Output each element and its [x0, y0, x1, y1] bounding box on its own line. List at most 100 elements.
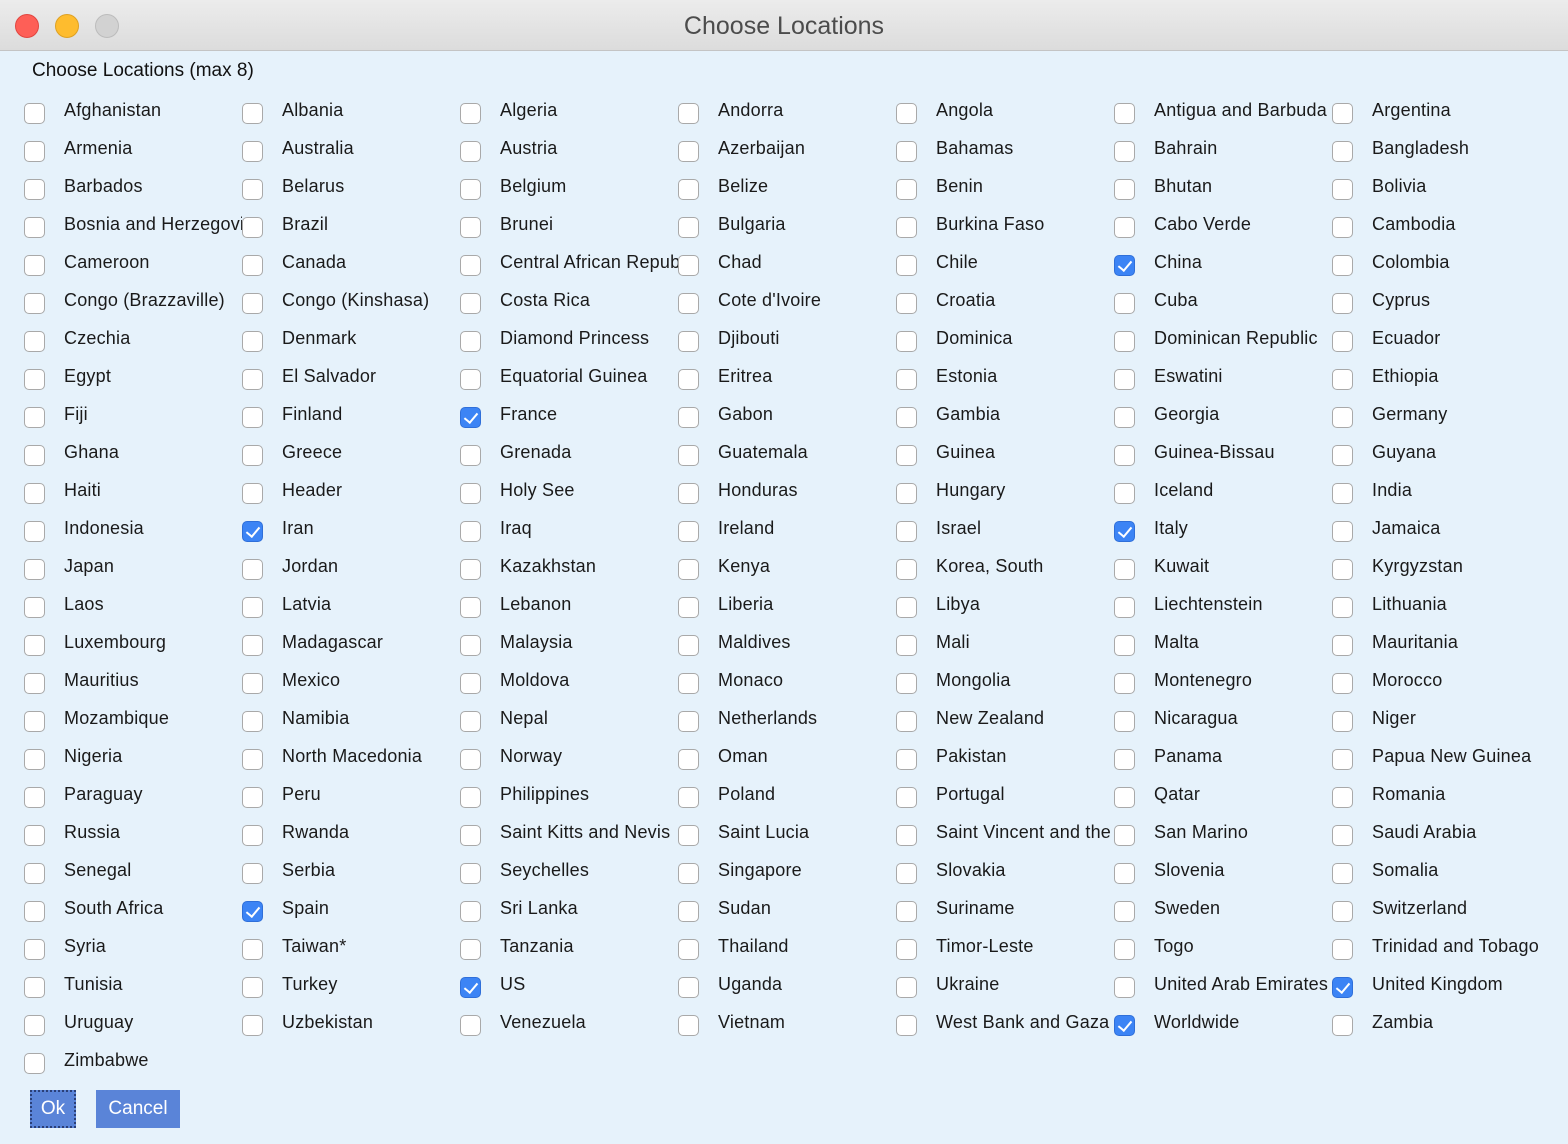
- checkbox-unchecked[interactable]: [1114, 749, 1135, 770]
- checkbox-unchecked[interactable]: [24, 521, 45, 542]
- checkbox-unchecked[interactable]: [896, 559, 917, 580]
- checkbox-unchecked[interactable]: [460, 179, 481, 200]
- location-option[interactable]: China: [1114, 243, 1332, 281]
- checkbox-unchecked[interactable]: [242, 863, 263, 884]
- checkbox-unchecked[interactable]: [24, 749, 45, 770]
- checkbox-unchecked[interactable]: [24, 559, 45, 580]
- checkbox-unchecked[interactable]: [678, 939, 699, 960]
- location-option[interactable]: Belgium: [460, 167, 678, 205]
- location-option[interactable]: Russia: [24, 813, 242, 851]
- location-option[interactable]: Serbia: [242, 851, 460, 889]
- checkbox-unchecked[interactable]: [896, 141, 917, 162]
- location-option[interactable]: Cyprus: [1332, 281, 1550, 319]
- location-option[interactable]: Germany: [1332, 395, 1550, 433]
- location-option[interactable]: Somalia: [1332, 851, 1550, 889]
- location-option[interactable]: Korea, South: [896, 547, 1114, 585]
- location-option[interactable]: Norway: [460, 737, 678, 775]
- location-option[interactable]: Zambia: [1332, 1003, 1550, 1041]
- location-option[interactable]: Nepal: [460, 699, 678, 737]
- checkbox-unchecked[interactable]: [896, 1015, 917, 1036]
- location-option[interactable]: Diamond Princess: [460, 319, 678, 357]
- location-option[interactable]: Timor-Leste: [896, 927, 1114, 965]
- location-option[interactable]: Eritrea: [678, 357, 896, 395]
- checkbox-unchecked[interactable]: [460, 521, 481, 542]
- location-option[interactable]: Indonesia: [24, 509, 242, 547]
- location-option[interactable]: Canada: [242, 243, 460, 281]
- checkbox-unchecked[interactable]: [1332, 369, 1353, 390]
- location-option[interactable]: Italy: [1114, 509, 1332, 547]
- checkbox-unchecked[interactable]: [1332, 673, 1353, 694]
- location-option[interactable]: Latvia: [242, 585, 460, 623]
- checkbox-unchecked[interactable]: [1114, 331, 1135, 352]
- location-option[interactable]: Cabo Verde: [1114, 205, 1332, 243]
- checkbox-unchecked[interactable]: [678, 825, 699, 846]
- checkbox-unchecked[interactable]: [242, 331, 263, 352]
- location-option[interactable]: Colombia: [1332, 243, 1550, 281]
- checkbox-unchecked[interactable]: [1332, 141, 1353, 162]
- checkbox-checked[interactable]: [1114, 521, 1135, 542]
- checkbox-unchecked[interactable]: [896, 977, 917, 998]
- location-option[interactable]: Antigua and Barbuda: [1114, 91, 1332, 129]
- location-option[interactable]: Nicaragua: [1114, 699, 1332, 737]
- location-option[interactable]: Syria: [24, 927, 242, 965]
- checkbox-unchecked[interactable]: [678, 141, 699, 162]
- checkbox-checked[interactable]: [1114, 1015, 1135, 1036]
- location-option[interactable]: Ecuador: [1332, 319, 1550, 357]
- checkbox-unchecked[interactable]: [1114, 369, 1135, 390]
- checkbox-unchecked[interactable]: [1332, 483, 1353, 504]
- checkbox-unchecked[interactable]: [896, 217, 917, 238]
- location-option[interactable]: Slovakia: [896, 851, 1114, 889]
- location-option[interactable]: Panama: [1114, 737, 1332, 775]
- location-option[interactable]: Uganda: [678, 965, 896, 1003]
- checkbox-unchecked[interactable]: [896, 825, 917, 846]
- checkbox-unchecked[interactable]: [460, 255, 481, 276]
- checkbox-unchecked[interactable]: [896, 521, 917, 542]
- checkbox-unchecked[interactable]: [678, 483, 699, 504]
- checkbox-unchecked[interactable]: [896, 179, 917, 200]
- location-option[interactable]: Denmark: [242, 319, 460, 357]
- cancel-button[interactable]: Cancel: [96, 1090, 180, 1128]
- checkbox-unchecked[interactable]: [460, 217, 481, 238]
- checkbox-unchecked[interactable]: [460, 1015, 481, 1036]
- location-option[interactable]: San Marino: [1114, 813, 1332, 851]
- checkbox-unchecked[interactable]: [1114, 141, 1135, 162]
- location-option[interactable]: Kuwait: [1114, 547, 1332, 585]
- location-option[interactable]: Dominican Republic: [1114, 319, 1332, 357]
- checkbox-unchecked[interactable]: [1114, 825, 1135, 846]
- checkbox-unchecked[interactable]: [678, 369, 699, 390]
- checkbox-unchecked[interactable]: [1332, 521, 1353, 542]
- checkbox-checked[interactable]: [242, 901, 263, 922]
- location-option[interactable]: Georgia: [1114, 395, 1332, 433]
- checkbox-unchecked[interactable]: [678, 711, 699, 732]
- location-option[interactable]: France: [460, 395, 678, 433]
- checkbox-unchecked[interactable]: [24, 141, 45, 162]
- checkbox-unchecked[interactable]: [24, 977, 45, 998]
- location-option[interactable]: Trinidad and Tobago: [1332, 927, 1550, 965]
- location-option[interactable]: United Kingdom: [1332, 965, 1550, 1003]
- checkbox-unchecked[interactable]: [1332, 825, 1353, 846]
- checkbox-unchecked[interactable]: [242, 369, 263, 390]
- location-option[interactable]: Liechtenstein: [1114, 585, 1332, 623]
- checkbox-unchecked[interactable]: [1114, 407, 1135, 428]
- checkbox-unchecked[interactable]: [896, 293, 917, 314]
- location-option[interactable]: Bhutan: [1114, 167, 1332, 205]
- location-option[interactable]: Uruguay: [24, 1003, 242, 1041]
- checkbox-unchecked[interactable]: [460, 711, 481, 732]
- location-option[interactable]: Liberia: [678, 585, 896, 623]
- location-option[interactable]: United Arab Emirates: [1114, 965, 1332, 1003]
- location-option[interactable]: Czechia: [24, 319, 242, 357]
- location-option[interactable]: Senegal: [24, 851, 242, 889]
- location-option[interactable]: Saudi Arabia: [1332, 813, 1550, 851]
- location-option[interactable]: Header: [242, 471, 460, 509]
- checkbox-unchecked[interactable]: [678, 901, 699, 922]
- location-option[interactable]: India: [1332, 471, 1550, 509]
- checkbox-unchecked[interactable]: [1114, 179, 1135, 200]
- location-option[interactable]: Oman: [678, 737, 896, 775]
- checkbox-unchecked[interactable]: [24, 179, 45, 200]
- location-option[interactable]: Ukraine: [896, 965, 1114, 1003]
- checkbox-unchecked[interactable]: [24, 1053, 45, 1074]
- checkbox-unchecked[interactable]: [896, 255, 917, 276]
- location-option[interactable]: Libya: [896, 585, 1114, 623]
- location-option[interactable]: Benin: [896, 167, 1114, 205]
- location-option[interactable]: Bolivia: [1332, 167, 1550, 205]
